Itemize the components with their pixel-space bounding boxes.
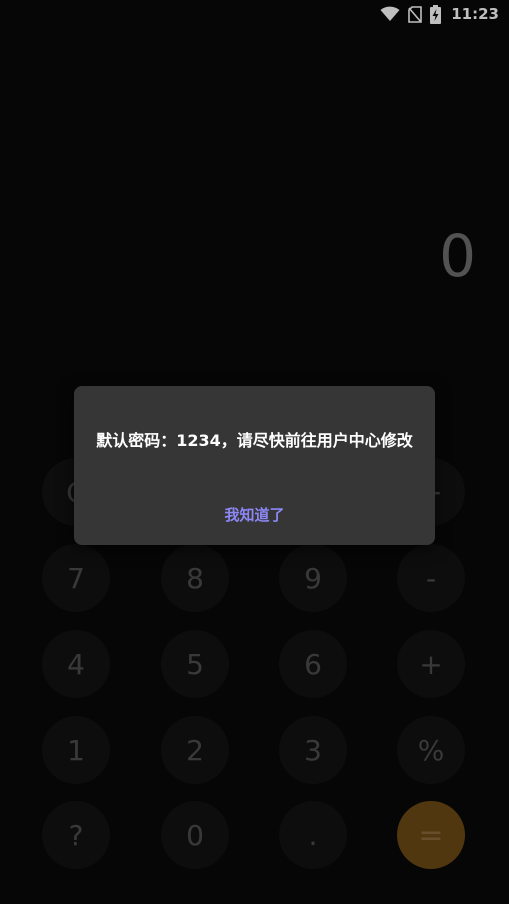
password-notice-dialog: 默认密码：1234，请尽快前往用户中心修改 我知道了 xyxy=(74,386,435,545)
dialog-message: 默认密码：1234，请尽快前往用户中心修改 xyxy=(96,431,413,450)
calculator-screen: 11:23 0 C ÷ × − 7 8 9 - 4 5 6 + 1 2 3 % … xyxy=(0,0,509,904)
dialog-confirm-button[interactable]: 我知道了 xyxy=(74,504,435,525)
